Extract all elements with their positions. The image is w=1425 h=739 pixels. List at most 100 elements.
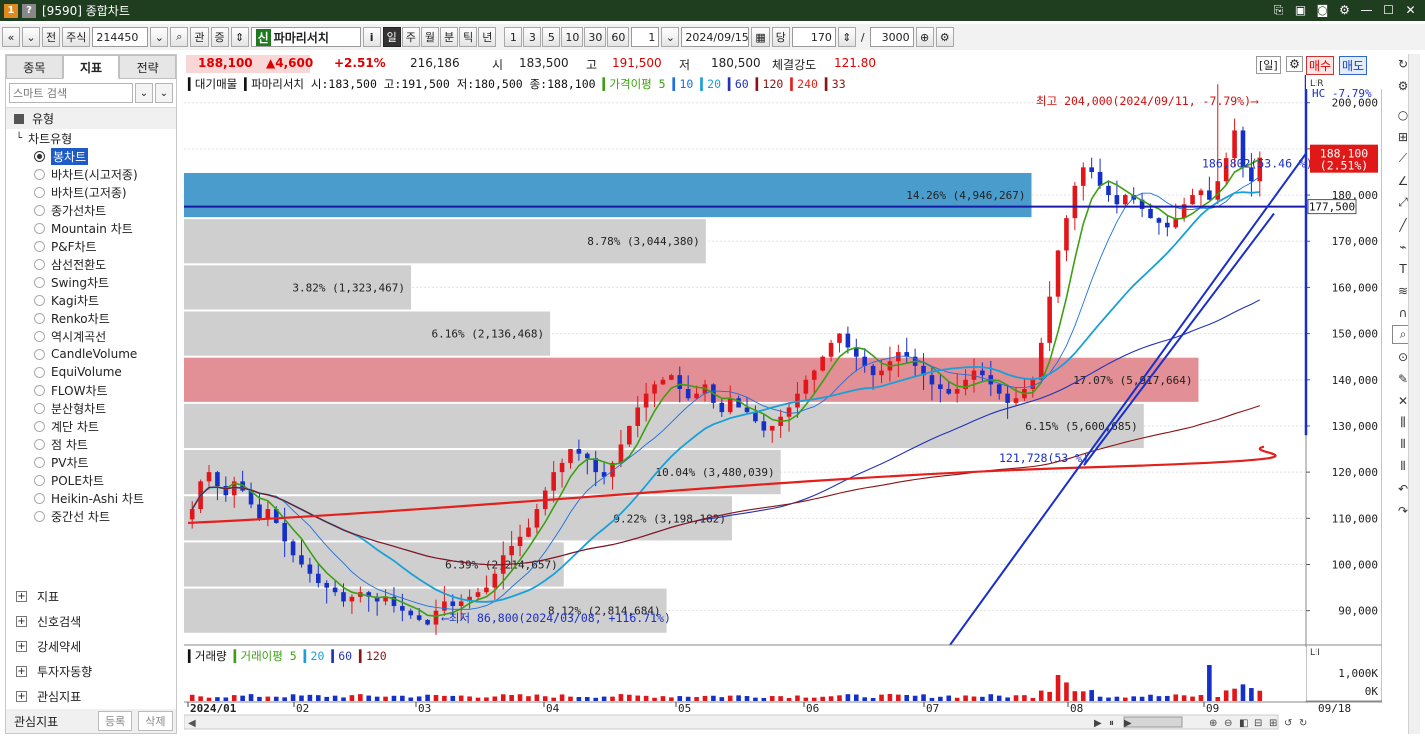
chart-type-item[interactable]: 봉차트 xyxy=(6,147,176,165)
interval-button-5[interactable]: 60 xyxy=(607,27,630,47)
left-section-3[interactable]: + 투자자동향 xyxy=(6,659,176,684)
radio-icon[interactable] xyxy=(34,168,45,180)
stock-name-field[interactable]: 신 파마리서치 xyxy=(250,27,361,47)
zoom-in-icon[interactable]: ⊕ xyxy=(915,27,934,47)
search-icon[interactable]: ⌕ xyxy=(170,27,189,47)
radio-icon[interactable] xyxy=(34,438,45,450)
updown-stepper-icon[interactable]: ⇕ xyxy=(230,27,249,47)
chart-type-item[interactable]: 종가선차트 xyxy=(6,201,176,219)
zoom-plus-icon[interactable]: ⊕ xyxy=(1209,718,1217,729)
maximize-icon[interactable]: ☐ xyxy=(1380,2,1397,18)
chart-type-item[interactable]: 바차트(시고저종) xyxy=(6,165,176,183)
camera-icon[interactable]: ◙ xyxy=(1314,2,1331,18)
period-button-4[interactable]: 틱 xyxy=(459,27,478,47)
radio-icon[interactable] xyxy=(34,348,45,360)
radio-icon[interactable] xyxy=(34,204,45,216)
interval-button-4[interactable]: 30 xyxy=(584,27,607,47)
register-button[interactable]: 등록 xyxy=(98,711,133,731)
section-type[interactable]: 유형 xyxy=(6,107,176,129)
link-icon[interactable]: ⎘ xyxy=(1270,2,1287,18)
rotate-icon[interactable]: ↻ xyxy=(1299,718,1307,729)
radio-icon[interactable] xyxy=(34,222,45,234)
left-section-4[interactable]: + 관심지표 xyxy=(6,684,176,709)
interval-button-1[interactable]: 3 xyxy=(523,27,542,47)
help-icon[interactable]: ? xyxy=(22,3,36,18)
chart-type-item[interactable]: FLOW차트 xyxy=(6,381,176,399)
scroll-thumb[interactable] xyxy=(1123,716,1183,728)
radio-icon[interactable] xyxy=(34,150,45,162)
chart-type-item[interactable]: 삼선전환도 xyxy=(6,255,176,273)
left-tab-1[interactable]: 지표 xyxy=(62,55,120,79)
panel-settings-icon[interactable]: ⚙ xyxy=(1286,56,1303,72)
total-input[interactable]: 3000 xyxy=(869,27,914,47)
stock-code-input[interactable]: 214450 xyxy=(92,27,149,47)
left-section-0[interactable]: + 지표 xyxy=(6,584,176,609)
current-button[interactable]: 당 xyxy=(771,27,790,47)
interval-button-3[interactable]: 10 xyxy=(561,27,584,47)
chart-type-item[interactable]: 바차트(고저종) xyxy=(6,183,176,201)
chart-type-item[interactable]: Swing차트 xyxy=(6,273,176,291)
radio-icon[interactable] xyxy=(34,510,45,522)
prev-arrow-icon[interactable]: « xyxy=(2,27,20,47)
radio-icon[interactable] xyxy=(34,384,45,396)
count-stepper-icon[interactable]: ⇕ xyxy=(837,27,856,47)
chart-type-item[interactable]: EquiVolume xyxy=(6,363,176,381)
period-button-5[interactable]: 년 xyxy=(478,27,497,47)
left-section-1[interactable]: + 신호검색 xyxy=(6,609,176,634)
pause-icon[interactable]: ⏸ xyxy=(1109,718,1114,729)
info-button[interactable]: i xyxy=(362,27,381,47)
radio-icon[interactable] xyxy=(34,330,45,342)
radio-icon[interactable] xyxy=(34,492,45,504)
period-button-2[interactable]: 월 xyxy=(420,27,439,47)
stock-chart[interactable]: 200,000190,000180,000170,000160,000150,0… xyxy=(184,75,1382,733)
chart-type-item[interactable]: 중간선 차트 xyxy=(6,507,176,525)
radio-icon[interactable] xyxy=(34,186,45,198)
interval-button-0[interactable]: 1 xyxy=(504,27,523,47)
chart-type-item[interactable]: 계단 차트 xyxy=(6,417,176,435)
vertical-scrollbar[interactable] xyxy=(1408,54,1420,734)
settings-icon[interactable]: ⚙ xyxy=(1336,2,1353,18)
left-tab-2[interactable]: 전략 xyxy=(119,55,177,79)
margin-button[interactable]: 증 xyxy=(210,27,229,47)
radio-icon[interactable] xyxy=(34,456,45,468)
minimize-icon[interactable]: — xyxy=(1358,2,1375,18)
radio-icon[interactable] xyxy=(34,366,45,378)
radio-icon[interactable] xyxy=(34,240,45,252)
favorite-button[interactable]: 관 xyxy=(190,27,209,47)
left-section-2[interactable]: + 강세약세 xyxy=(6,634,176,659)
chart-type-item[interactable]: Renko차트 xyxy=(6,309,176,327)
screen-save-icon[interactable]: ▣ xyxy=(1292,2,1309,18)
buy-button[interactable]: 매수 xyxy=(1306,56,1335,75)
delete-button[interactable]: 삭제 xyxy=(138,711,173,731)
interval-input[interactable]: 1 xyxy=(631,27,660,47)
window-number-icon[interactable]: 1 xyxy=(4,3,18,18)
sell-button[interactable]: 매도 xyxy=(1339,56,1368,75)
chart-type-item[interactable]: Kagi차트 xyxy=(6,291,176,309)
day-toggle-button[interactable]: [일] xyxy=(1256,56,1281,74)
code-dropdown-icon[interactable]: ⌄ xyxy=(150,27,169,47)
chart-type-item[interactable]: Heikin-Ashi 차트 xyxy=(6,489,176,507)
radio-icon[interactable] xyxy=(34,258,45,270)
collapse-icon[interactable]: ⌄ xyxy=(155,83,173,103)
calendar-icon[interactable]: ▦ xyxy=(751,27,770,47)
count-input[interactable]: 170 xyxy=(791,27,836,47)
chart-type-item[interactable]: CandleVolume xyxy=(6,345,176,363)
date-input[interactable]: 2024/09/15 xyxy=(681,27,750,47)
reset-icon[interactable]: ↺ xyxy=(1284,718,1292,729)
scroll-left-icon[interactable]: ◀ xyxy=(188,718,196,729)
split-icon[interactable]: ◧ xyxy=(1239,718,1248,729)
play-icon[interactable]: ▶ xyxy=(1124,718,1132,729)
left-tab-0[interactable]: 종목 xyxy=(6,55,63,79)
chart-type-item[interactable]: 분산형차트 xyxy=(6,399,176,417)
chart-type-subhead[interactable]: └ 차트유형 xyxy=(6,129,176,147)
chart-settings-icon[interactable]: ⚙ xyxy=(935,27,954,47)
chart-type-item[interactable]: POLE차트 xyxy=(6,471,176,489)
add-panel-icon[interactable]: ⊞ xyxy=(1269,718,1277,729)
radio-icon[interactable] xyxy=(34,474,45,486)
smart-search-input[interactable] xyxy=(9,83,133,103)
scroll-right-icon[interactable]: ▶ xyxy=(1094,718,1102,729)
period-button-0[interactable]: 일 xyxy=(382,27,401,47)
interval-dropdown-icon[interactable]: ⌄ xyxy=(661,27,680,47)
radio-icon[interactable] xyxy=(34,294,45,306)
radio-icon[interactable] xyxy=(34,312,45,324)
